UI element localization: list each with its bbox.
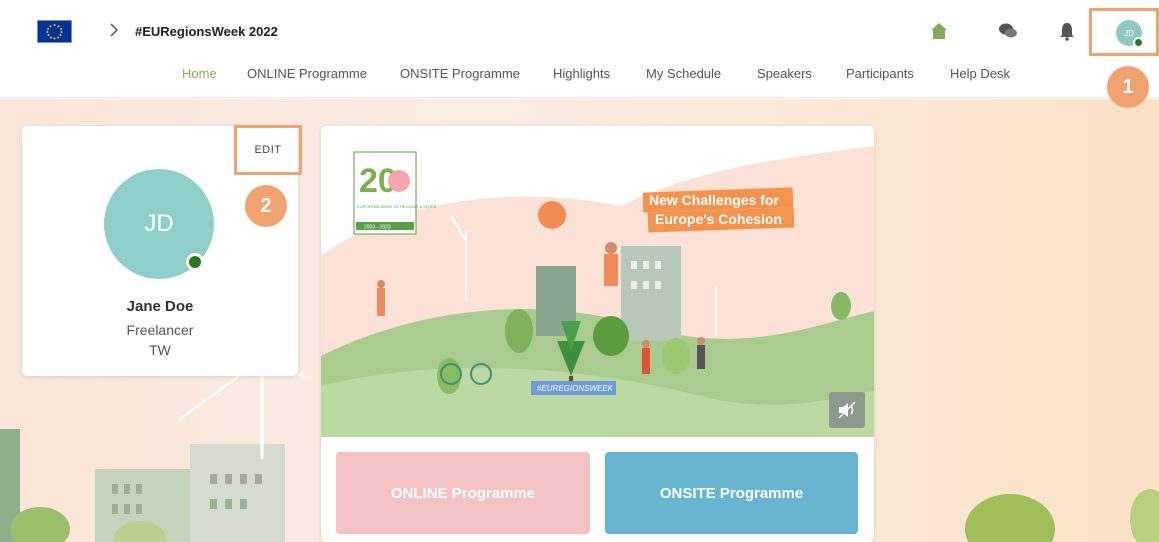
online-status-dot <box>186 253 204 271</box>
nav-onsite-programme[interactable]: ONSITE Programme <box>400 66 520 81</box>
nav-help-desk[interactable]: Help Desk <box>950 66 1010 81</box>
user-menu-highlight: JD <box>1089 8 1159 56</box>
nav-my-schedule[interactable]: My Schedule <box>646 66 721 81</box>
onsite-programme-button[interactable]: ONSITE Programme <box>605 452 858 534</box>
nav-participants[interactable]: Participants <box>846 66 914 81</box>
home-icon[interactable] <box>929 21 949 41</box>
nav-speakers[interactable]: Speakers <box>757 66 812 81</box>
chat-icon[interactable] <box>998 21 1018 41</box>
profile-country: TW <box>149 342 171 358</box>
nav-online-programme[interactable]: ONLINE Programme <box>247 66 367 81</box>
profile-role: Freelancer <box>126 322 194 338</box>
banner-headline-line-2: Europe's Cohesion <box>655 211 782 227</box>
video-card: 20 EUROPEAN WEEK OF REGIONS & CITIES 200… <box>321 126 874 542</box>
breadcrumb-title[interactable]: #EURegionsWeek 2022 <box>135 24 278 39</box>
online-status-dot <box>1133 37 1144 48</box>
event-banner-video[interactable]: 20 EUROPEAN WEEK OF REGIONS & CITIES 200… <box>321 126 874 437</box>
nav-highlights[interactable]: Highlights <box>553 66 610 81</box>
annotation-badge-1: 1 <box>1107 66 1149 108</box>
online-programme-button[interactable]: ONLINE Programme <box>336 452 590 534</box>
user-avatar[interactable]: JD <box>1116 20 1144 48</box>
profile-avatar: JD <box>104 169 214 279</box>
mute-toggle-button[interactable] <box>829 392 865 428</box>
banner-headline-line-1: New Challenges for <box>649 192 779 208</box>
nav-home[interactable]: Home <box>182 66 217 81</box>
logo-caption: EUROPEAN WEEK OF REGIONS & CITIES <box>357 204 437 209</box>
top-header: #EURegionsWeek 2022 JD Home ONLINE Progr… <box>0 0 1159 98</box>
banner-hashtag: #EUREGIONSWEEK <box>537 384 614 393</box>
profile-initials: JD <box>144 210 174 237</box>
edit-profile-button[interactable]: EDIT <box>234 125 302 175</box>
main-nav: Home ONLINE Programme ONSITE Programme H… <box>0 66 1159 86</box>
speaker-muted-icon <box>838 401 856 419</box>
annotation-badge-2: 2 <box>245 185 287 227</box>
profile-name: Jane Doe <box>126 298 194 315</box>
logo-years: 2003 - 2023 <box>364 225 391 231</box>
eu-flag-icon[interactable] <box>37 20 72 43</box>
avatar-initials: JD <box>1124 28 1134 38</box>
bell-icon[interactable] <box>1057 21 1077 41</box>
chevron-right-icon <box>110 23 119 37</box>
